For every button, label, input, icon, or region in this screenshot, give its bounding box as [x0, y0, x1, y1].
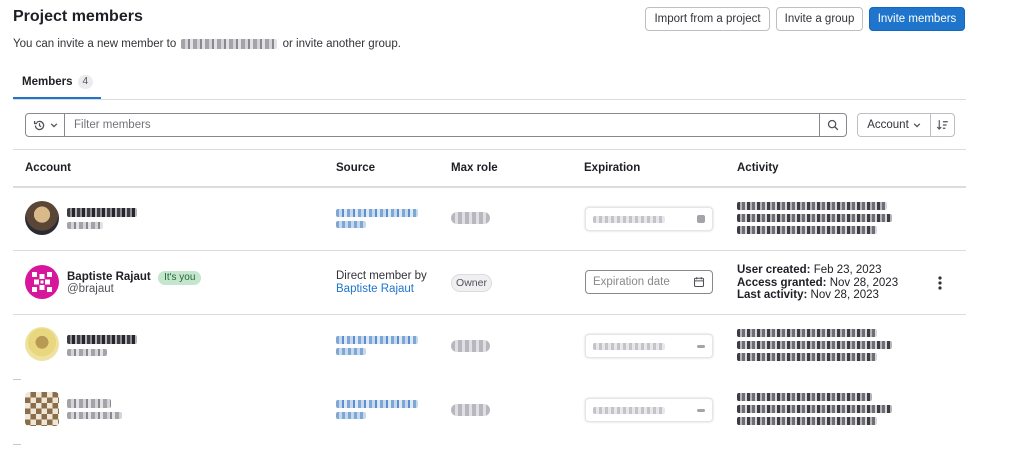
redacted-member-name: [67, 335, 137, 344]
activity-label: Last activity:: [737, 289, 808, 301]
table-row: [0, 380, 1024, 442]
activity-cell: User created: Feb 23, 2023 Access grante…: [737, 264, 898, 302]
subtitle-prefix: You can invite a new member to: [13, 38, 177, 50]
invite-members-button[interactable]: Invite members: [869, 7, 965, 31]
redacted-expiration: [593, 406, 665, 414]
redacted-activity-2: [737, 214, 892, 222]
redacted-source: [336, 209, 418, 217]
search-button[interactable]: [819, 114, 846, 136]
expiration-date-field-disabled: [585, 334, 713, 358]
activity-last-activity: Last activity: Nov 28, 2023: [737, 289, 898, 302]
row-divider: [13, 444, 21, 445]
filter-members-input[interactable]: [66, 114, 806, 136]
source-prefix: Direct member by: [336, 270, 427, 282]
activity-value: Nov 28, 2023: [829, 276, 899, 289]
redacted-role: [451, 404, 490, 416]
redacted-activity-3: [737, 353, 877, 361]
tab-members[interactable]: Members 4: [22, 75, 94, 89]
redacted-role: [451, 212, 490, 224]
import-from-project-button[interactable]: Import from a project: [645, 7, 770, 31]
activity-value: Feb 23, 2023: [813, 264, 882, 276]
redacted-expiration: [593, 342, 665, 350]
column-header-activity: Activity: [737, 162, 779, 174]
table-row: [0, 315, 1024, 377]
tabs-divider: [13, 99, 966, 100]
source-user-link[interactable]: Baptiste Rajaut: [336, 283, 414, 295]
sort-control: Account: [857, 113, 955, 137]
redacted-member-handle: [67, 222, 103, 229]
members-count-badge: 4: [77, 75, 94, 89]
redacted-source-2: [336, 348, 366, 355]
redacted-member-name: [67, 399, 111, 408]
calendar-icon: [693, 277, 705, 288]
max-role-badge: Owner: [451, 274, 492, 292]
expiration-date-input[interactable]: Expiration date: [585, 270, 713, 294]
avatar: [25, 265, 59, 299]
expiration-date-field-disabled: [585, 398, 713, 422]
avatar: [25, 392, 59, 426]
page-title: Project members: [13, 8, 143, 25]
calendar-icon: [697, 344, 705, 348]
redacted-activity-3: [737, 417, 877, 425]
chevron-down-icon: [50, 123, 57, 128]
redacted-source: [336, 336, 418, 344]
table-top-divider: [13, 149, 966, 150]
avatar: [25, 327, 59, 361]
redacted-project-name: [181, 38, 278, 49]
sort-by-dropdown[interactable]: Account: [858, 114, 931, 136]
page-subtitle: You can invite a new member to or invite…: [13, 38, 401, 50]
member-handle: @brajaut: [67, 283, 114, 295]
redacted-role: [451, 340, 490, 352]
expiration-date-field-disabled: [585, 207, 713, 231]
search-icon: [827, 119, 839, 131]
activity-value: Nov 28, 2023: [810, 289, 879, 301]
tab-members-label: Members: [22, 76, 73, 88]
redacted-activity-1: [737, 202, 887, 210]
sort-direction-button[interactable]: [931, 114, 954, 136]
redacted-source-2: [336, 221, 366, 228]
identicon-icon: [32, 272, 52, 292]
table-row: [0, 188, 1024, 250]
sort-icon: [936, 120, 948, 130]
redacted-member-handle: [67, 349, 107, 356]
redacted-activity-1: [737, 329, 877, 337]
expiration-placeholder: Expiration date: [593, 276, 670, 288]
its-you-badge: It's you: [158, 271, 202, 285]
column-header-source: Source: [336, 162, 375, 174]
redacted-activity-1: [737, 393, 872, 401]
column-header-expiration: Expiration: [584, 162, 641, 174]
sort-by-label: Account: [867, 119, 909, 131]
subtitle-suffix: or invite another group.: [282, 38, 401, 50]
activity-access-granted: Access granted: Nov 28, 2023: [737, 277, 898, 290]
redacted-member-handle: [67, 412, 122, 419]
chevron-down-icon: [913, 123, 921, 128]
source-cell: Direct member by Baptiste Rajaut: [336, 270, 427, 296]
calendar-icon: [697, 215, 705, 223]
avatar: [25, 201, 59, 235]
redacted-activity-3: [737, 226, 877, 234]
history-icon: [33, 120, 44, 130]
activity-label: Access granted:: [737, 276, 827, 289]
kebab-icon: [938, 276, 942, 290]
calendar-icon: [697, 408, 705, 412]
column-header-account: Account: [25, 162, 71, 174]
filter-bar: [25, 113, 847, 137]
recent-searches-dropdown[interactable]: [26, 114, 65, 136]
activity-label: User created:: [737, 264, 811, 276]
redacted-source-2: [336, 412, 366, 419]
column-header-max-role: Max role: [451, 162, 498, 174]
redacted-activity-2: [737, 405, 892, 413]
redacted-expiration: [593, 215, 665, 223]
member-name: Baptiste Rajaut: [67, 271, 151, 283]
member-actions-button[interactable]: [933, 273, 947, 293]
activity-user-created: User created: Feb 23, 2023: [737, 264, 898, 277]
redacted-activity-2: [737, 341, 892, 349]
redacted-source: [336, 400, 418, 408]
invite-group-button[interactable]: Invite a group: [776, 7, 863, 31]
redacted-member-name: [67, 208, 137, 217]
table-row: Baptiste Rajaut It's you @brajaut Direct…: [0, 251, 1024, 314]
